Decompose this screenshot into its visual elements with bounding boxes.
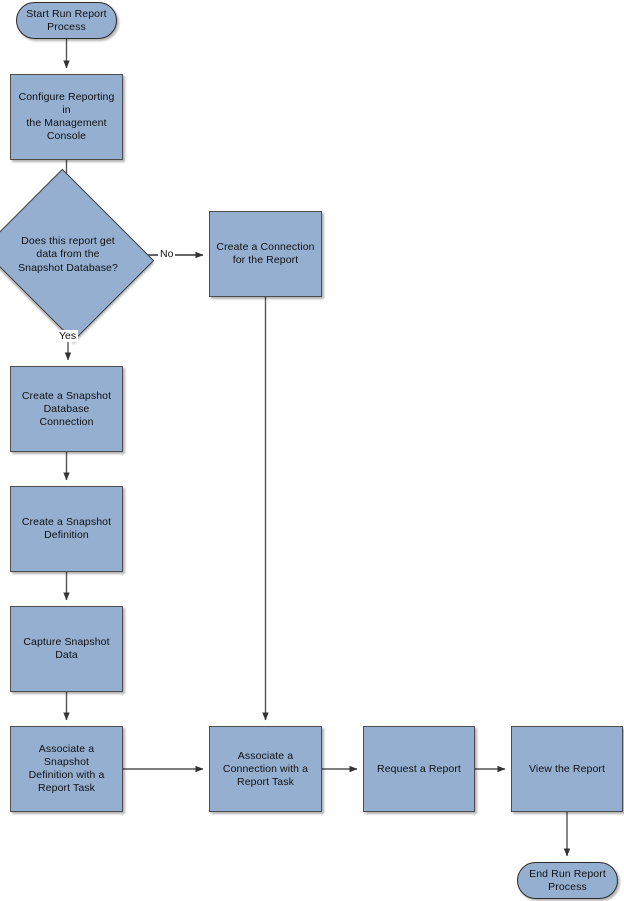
edge-label-yes: Yes <box>57 330 79 342</box>
edge-label-no: No <box>158 248 176 260</box>
node-capture-snapshot-data-label: Capture Snapshot Data <box>23 636 110 661</box>
node-configure-reporting-label: Configure Reporting in the Management Co… <box>18 91 115 142</box>
node-decision-label: Does this report get data from the Snaps… <box>18 234 118 274</box>
node-start-label: Start Run Report Process <box>26 7 107 33</box>
node-create-snapshot-database-connection-label: Create a Snapshot Database Connection <box>21 389 112 428</box>
node-request-report[interactable]: Request a Report <box>363 726 475 812</box>
node-start[interactable]: Start Run Report Process <box>16 2 117 39</box>
node-create-snapshot-database-connection[interactable]: Create a Snapshot Database Connection <box>10 366 123 452</box>
flowchart-canvas: Start Run Report Process Configure Repor… <box>0 0 624 901</box>
node-end-label: End Run Report Process <box>529 867 606 893</box>
node-view-report[interactable]: View the Report <box>511 726 623 812</box>
node-create-snapshot-definition[interactable]: Create a Snapshot Definition <box>10 486 123 572</box>
node-configure-reporting[interactable]: Configure Reporting in the Management Co… <box>10 74 123 160</box>
node-end[interactable]: End Run Report Process <box>517 862 618 899</box>
node-associate-snapshot-definition-label: Associate a Snapshot Definition with a R… <box>28 743 105 794</box>
node-associate-connection-label: Associate a Connection with a Report Tas… <box>222 749 309 788</box>
node-view-report-label: View the Report <box>528 762 605 775</box>
node-associate-snapshot-definition[interactable]: Associate a Snapshot Definition with a R… <box>10 726 123 812</box>
node-capture-snapshot-data[interactable]: Capture Snapshot Data <box>10 606 123 692</box>
node-associate-connection[interactable]: Associate a Connection with a Report Tas… <box>209 726 322 812</box>
node-create-connection-label: Create a Connection for the Report <box>216 241 315 266</box>
node-decision-snapshot-database[interactable]: Does this report get data from the Snaps… <box>0 168 155 342</box>
node-create-snapshot-definition-label: Create a Snapshot Definition <box>21 516 112 541</box>
node-request-report-label: Request a Report <box>377 762 461 775</box>
node-create-connection[interactable]: Create a Connection for the Report <box>209 211 322 297</box>
